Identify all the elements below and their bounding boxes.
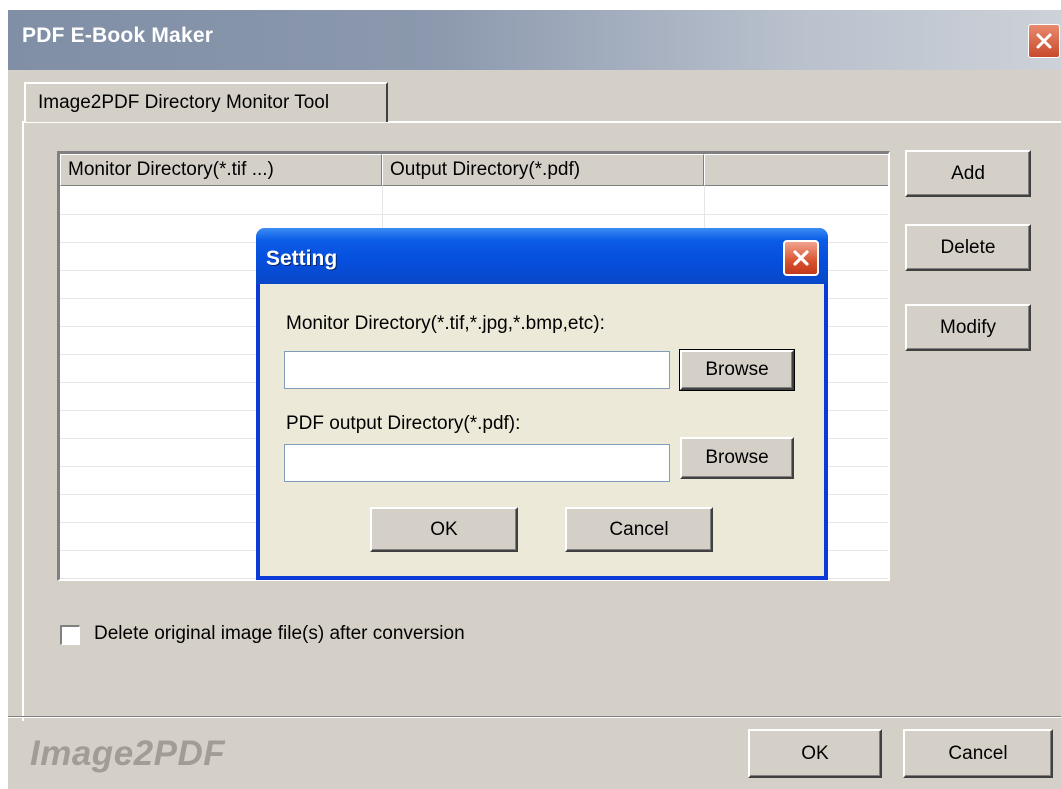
column-header-monitor-directory[interactable]: Monitor Directory(*.tif ...) xyxy=(60,154,382,186)
list-row-line xyxy=(60,214,888,215)
column-header-blank[interactable] xyxy=(704,154,888,186)
setting-cancel-button[interactable]: Cancel xyxy=(565,507,713,552)
delete-button[interactable]: Delete xyxy=(905,224,1031,271)
window-title: PDF E-Book Maker xyxy=(22,24,214,47)
pdf-output-directory-input[interactable] xyxy=(284,444,670,482)
browse-output-button[interactable]: Browse xyxy=(680,437,794,479)
setting-dialog-titlebar xyxy=(256,228,828,284)
list-header: Monitor Directory(*.tif ...) Output Dire… xyxy=(60,154,888,186)
delete-original-checkbox[interactable] xyxy=(60,625,80,645)
column-header-output-directory[interactable]: Output Directory(*.pdf) xyxy=(382,154,704,186)
tab-image2pdf-monitor[interactable]: Image2PDF Directory Monitor Tool xyxy=(24,82,388,122)
browse-monitor-button[interactable]: Browse xyxy=(679,349,795,391)
main-cancel-button[interactable]: Cancel xyxy=(903,729,1053,778)
close-icon xyxy=(793,250,809,266)
setting-dialog-title: Setting xyxy=(266,247,338,270)
brand-logo-text: Image2PDF xyxy=(30,734,226,773)
tab-label: Image2PDF Directory Monitor Tool xyxy=(38,92,330,113)
setting-dialog-close-button[interactable] xyxy=(783,240,819,276)
main-ok-button[interactable]: OK xyxy=(748,729,882,778)
monitor-directory-input[interactable] xyxy=(284,351,670,389)
delete-original-label: Delete original image file(s) after conv… xyxy=(94,623,465,644)
modify-button[interactable]: Modify xyxy=(905,304,1031,351)
setting-ok-button[interactable]: OK xyxy=(370,507,518,552)
monitor-directory-label: Monitor Directory(*.tif,*.jpg,*.bmp,etc)… xyxy=(286,313,605,334)
close-icon xyxy=(1036,33,1052,49)
add-button[interactable]: Add xyxy=(905,150,1031,197)
pdf-output-directory-label: PDF output Directory(*.pdf): xyxy=(286,413,521,434)
footer-divider-highlight xyxy=(8,717,1061,718)
window-close-button[interactable] xyxy=(1028,24,1060,58)
